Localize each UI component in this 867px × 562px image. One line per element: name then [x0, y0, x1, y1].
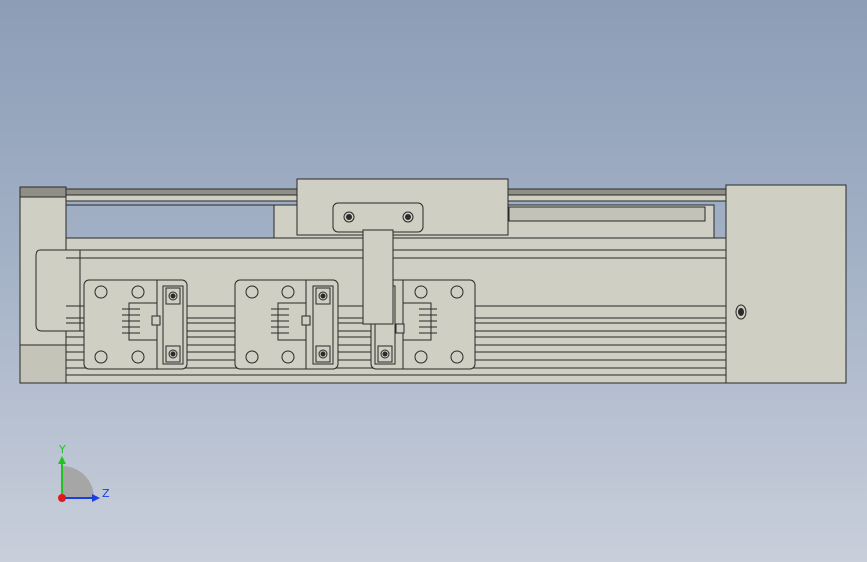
left-cap-bottom — [19, 344, 67, 384]
y-axis-label: Y — [58, 443, 66, 456]
orientation-triad[interactable]: Y Z — [50, 440, 120, 510]
z-axis-label: Z — [102, 487, 110, 500]
graphics-viewport[interactable]: Y Z — [0, 0, 867, 562]
clamp-screw-left-core — [346, 214, 352, 220]
model-view[interactable] — [0, 0, 867, 562]
y-axis-arrow — [58, 456, 66, 464]
triad-shade — [62, 466, 94, 498]
slider-block-1 — [83, 279, 188, 370]
slider-block-2 — [234, 279, 339, 370]
x-axis-dot — [58, 494, 66, 502]
clamp-screw-right-core — [405, 214, 411, 220]
rear-slot — [508, 206, 706, 222]
left-cap-top-band — [19, 186, 67, 198]
z-axis-arrow — [92, 494, 100, 502]
body-left-curve — [35, 249, 81, 332]
motor-screw-inner — [738, 308, 744, 316]
carriage-arm-front — [362, 229, 394, 325]
motor-block — [725, 184, 847, 384]
